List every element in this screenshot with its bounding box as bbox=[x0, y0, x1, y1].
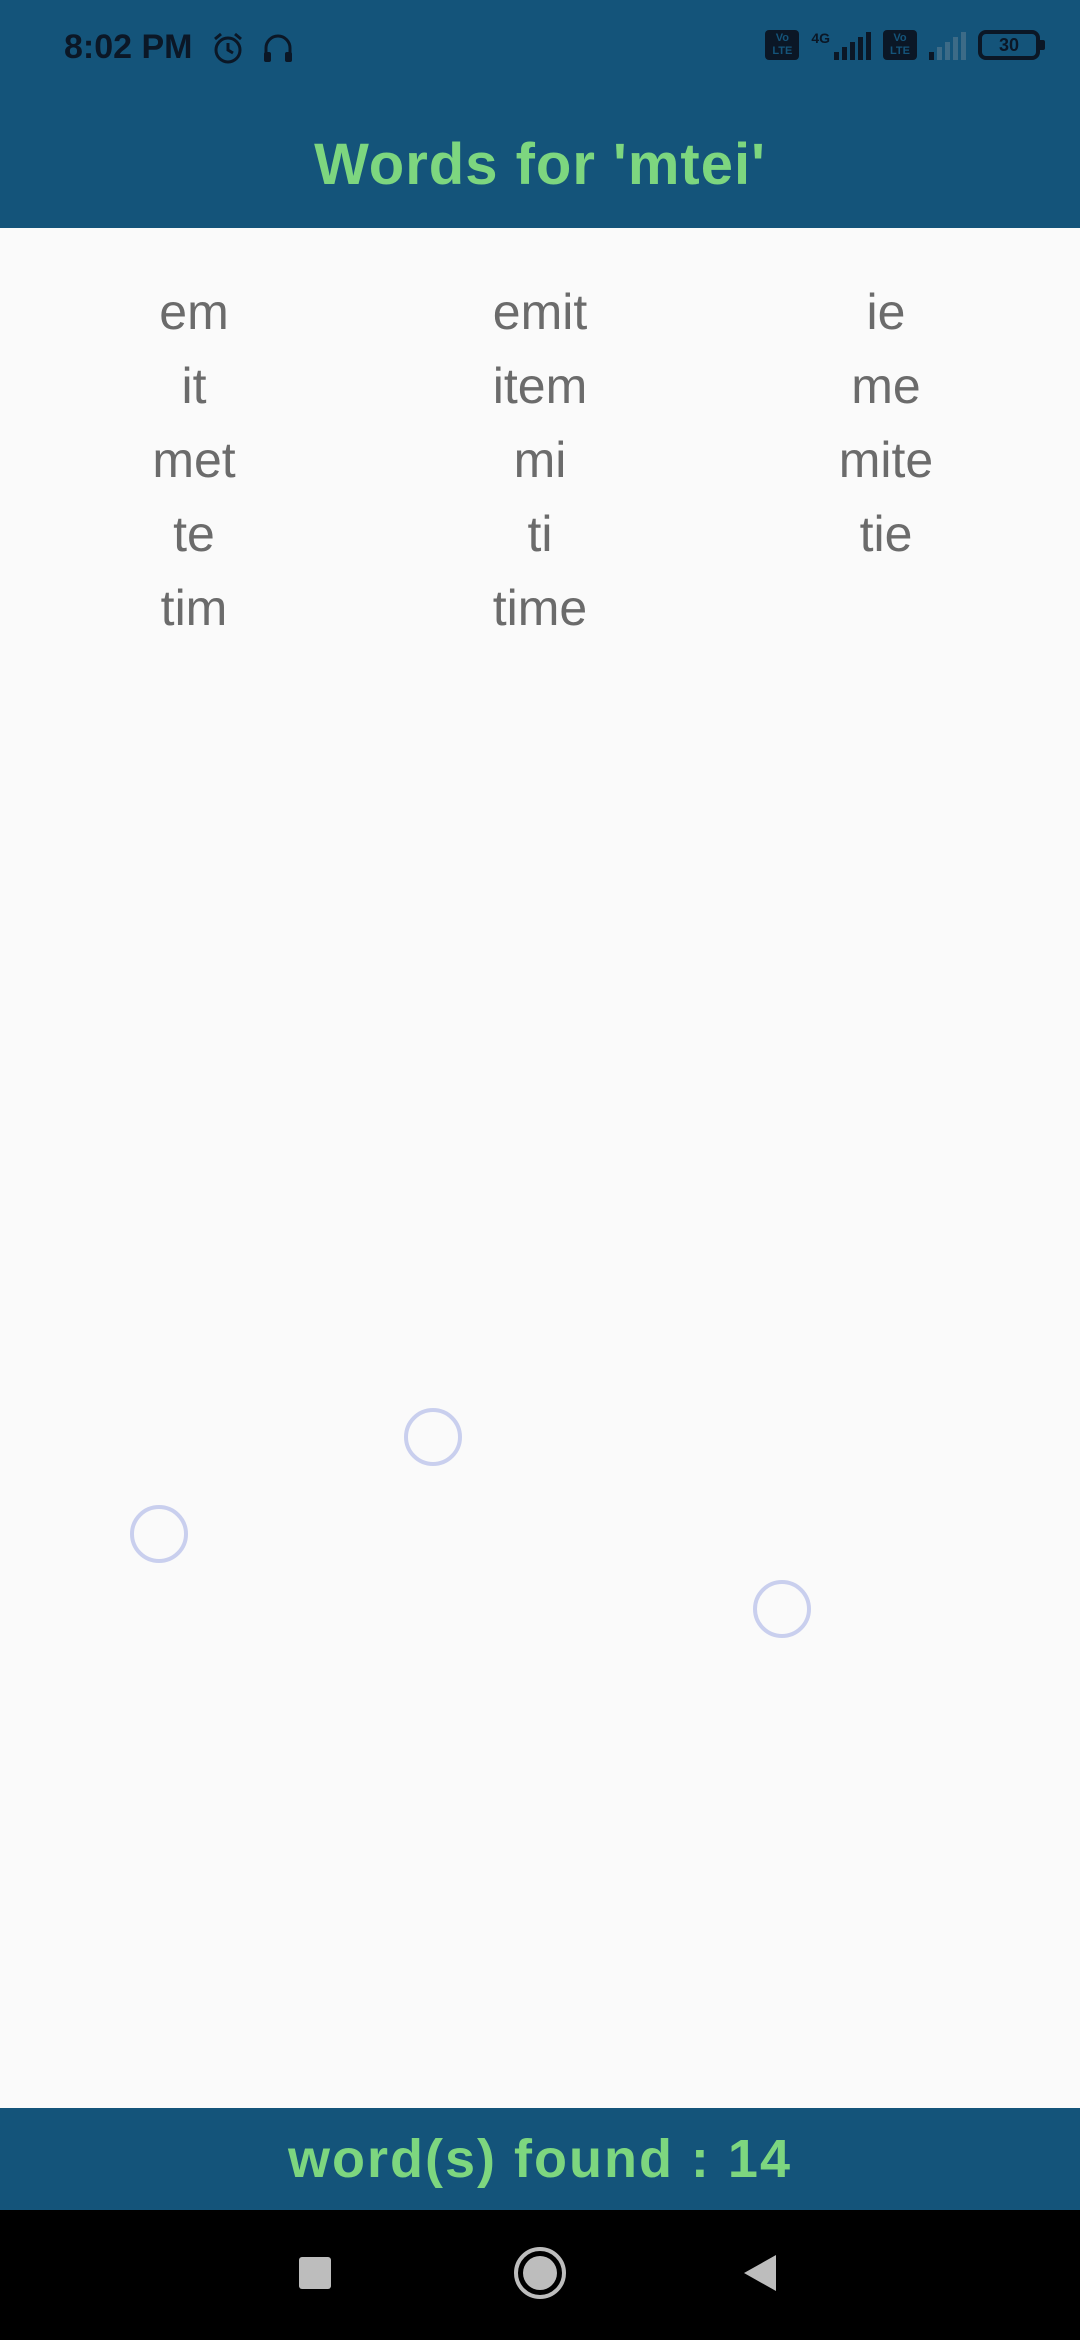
alarm-icon bbox=[210, 30, 246, 71]
word-item: it bbox=[181, 358, 207, 414]
volte-badge-2: Vo LTE bbox=[883, 30, 917, 60]
signal-strength-icon-2 bbox=[929, 30, 966, 60]
signal-strength-icon-1 bbox=[834, 30, 871, 60]
word-item: emit bbox=[492, 284, 588, 340]
home-circle-icon bbox=[513, 2246, 567, 2305]
home-button[interactable] bbox=[480, 2210, 600, 2340]
touch-indicator bbox=[404, 1408, 462, 1466]
recents-button[interactable] bbox=[255, 2210, 375, 2340]
touch-indicator bbox=[130, 1505, 188, 1563]
volte-badge-1: Vo LTE bbox=[765, 30, 800, 60]
word-item: tie bbox=[859, 506, 913, 562]
touch-indicator bbox=[753, 1580, 811, 1638]
word-item: ti bbox=[527, 506, 553, 562]
app-header: Words for 'mtei' bbox=[0, 100, 1080, 228]
recents-square-icon bbox=[298, 2256, 332, 2295]
headset-icon bbox=[260, 30, 296, 71]
back-triangle-icon bbox=[742, 2253, 778, 2298]
word-item: te bbox=[173, 506, 215, 562]
battery-icon: 30 bbox=[978, 30, 1045, 60]
network-type-label: 4G bbox=[811, 30, 830, 46]
word-item: tim bbox=[160, 580, 228, 636]
footer-bar: word(s) found : 14 bbox=[0, 2108, 1080, 2210]
page-title: Words for 'mtei' bbox=[314, 131, 766, 197]
words-found-count: word(s) found : 14 bbox=[288, 2129, 792, 2189]
back-button[interactable] bbox=[700, 2210, 820, 2340]
word-item: mite bbox=[838, 432, 934, 488]
word-list: em emit ie it item me met mi mite te ti … bbox=[0, 278, 1080, 642]
word-item: item bbox=[492, 358, 588, 414]
status-left-icons bbox=[210, 30, 296, 71]
word-item: em bbox=[159, 284, 229, 340]
word-item: me bbox=[851, 358, 921, 414]
status-right-icons: Vo LTE 4G Vo LTE 30 bbox=[765, 30, 1045, 60]
status-time: 8:02 PM bbox=[64, 28, 193, 66]
word-item: met bbox=[152, 432, 236, 488]
word-item: ie bbox=[866, 284, 906, 340]
word-item: time bbox=[492, 580, 588, 636]
word-item: mi bbox=[513, 432, 567, 488]
status-bar: 8:02 PM Vo LTE 4G Vo LTE 30 bbox=[0, 0, 1080, 100]
system-nav-bar bbox=[0, 2210, 1080, 2340]
